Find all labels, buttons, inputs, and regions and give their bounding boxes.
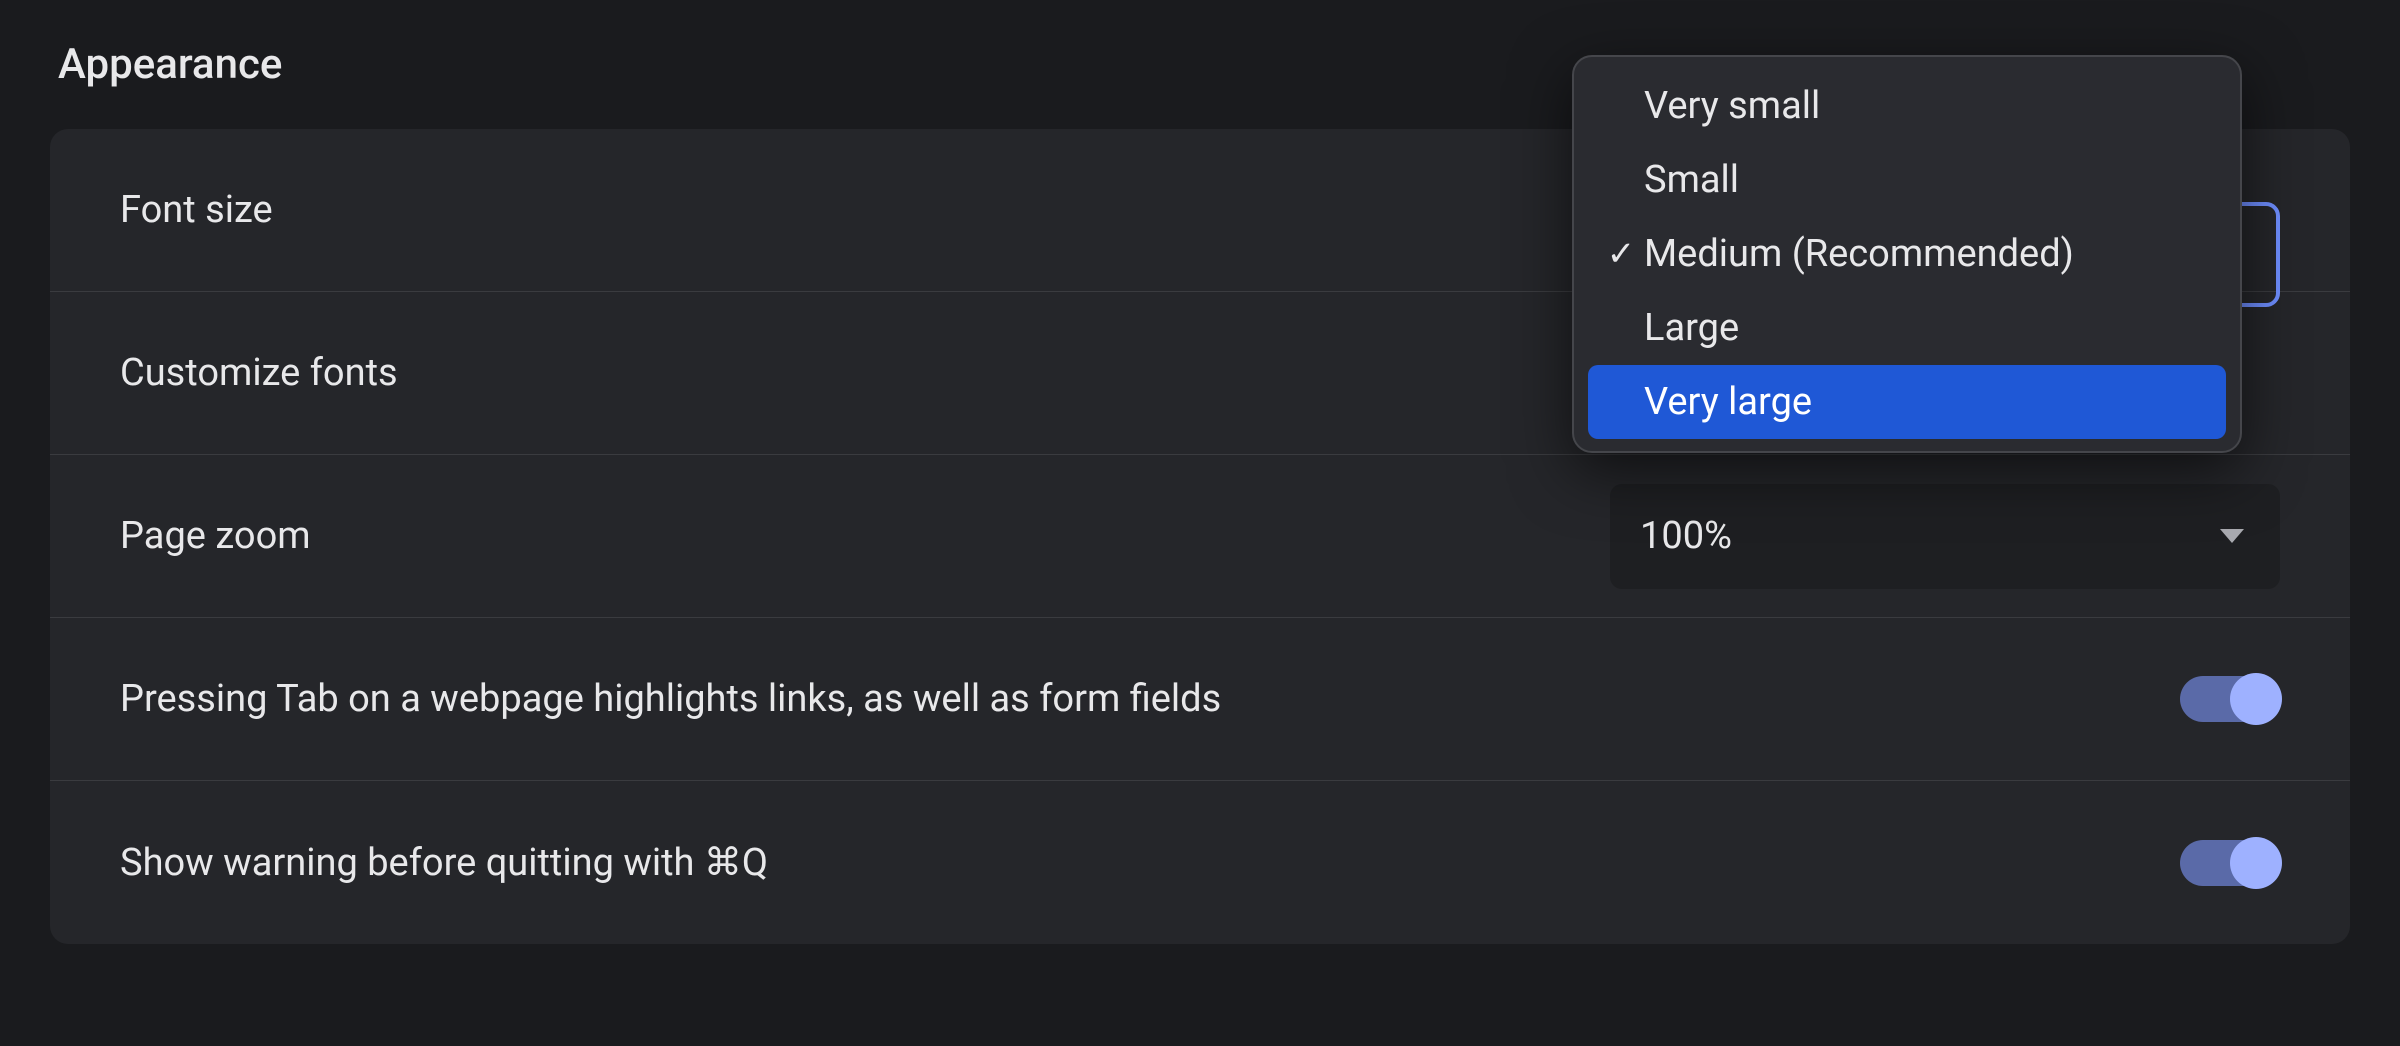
font-size-option-medium[interactable]: ✓ Medium (Recommended) bbox=[1588, 217, 2226, 291]
option-label: Large bbox=[1644, 306, 1739, 350]
tab-highlight-toggle[interactable] bbox=[2180, 676, 2280, 722]
warn-quit-toggle[interactable] bbox=[2180, 840, 2280, 886]
page-zoom-select[interactable]: 100% bbox=[1610, 484, 2280, 589]
customize-fonts-label: Customize fonts bbox=[120, 351, 398, 395]
font-size-option-very-small[interactable]: Very small bbox=[1588, 69, 2226, 143]
font-size-label: Font size bbox=[120, 188, 273, 232]
row-warn-quit: Show warning before quitting with ⌘Q bbox=[50, 781, 2350, 944]
check-icon: ✓ bbox=[1598, 234, 1644, 274]
caret-down-icon bbox=[2220, 529, 2244, 543]
appearance-settings-page: Appearance Font size Customize fonts Pag… bbox=[0, 0, 2400, 944]
tab-highlight-label: Pressing Tab on a webpage highlights lin… bbox=[120, 677, 1221, 721]
option-label: Very small bbox=[1644, 84, 1820, 128]
font-size-option-small[interactable]: Small bbox=[1588, 143, 2226, 217]
font-size-option-large[interactable]: Large bbox=[1588, 291, 2226, 365]
toggle-knob bbox=[2230, 837, 2282, 889]
option-label: Very large bbox=[1644, 380, 1812, 424]
toggle-knob bbox=[2230, 673, 2282, 725]
warn-quit-label: Show warning before quitting with ⌘Q bbox=[120, 840, 768, 885]
row-tab-highlight: Pressing Tab on a webpage highlights lin… bbox=[50, 618, 2350, 781]
page-zoom-label: Page zoom bbox=[120, 514, 311, 558]
row-page-zoom: Page zoom 100% bbox=[50, 455, 2350, 618]
page-zoom-value: 100% bbox=[1640, 514, 1732, 558]
option-label: Small bbox=[1644, 158, 1739, 202]
option-label: Medium (Recommended) bbox=[1644, 232, 2074, 276]
font-size-dropdown-menu: Very small Small ✓ Medium (Recommended) … bbox=[1572, 55, 2242, 453]
font-size-option-very-large[interactable]: Very large bbox=[1588, 365, 2226, 439]
